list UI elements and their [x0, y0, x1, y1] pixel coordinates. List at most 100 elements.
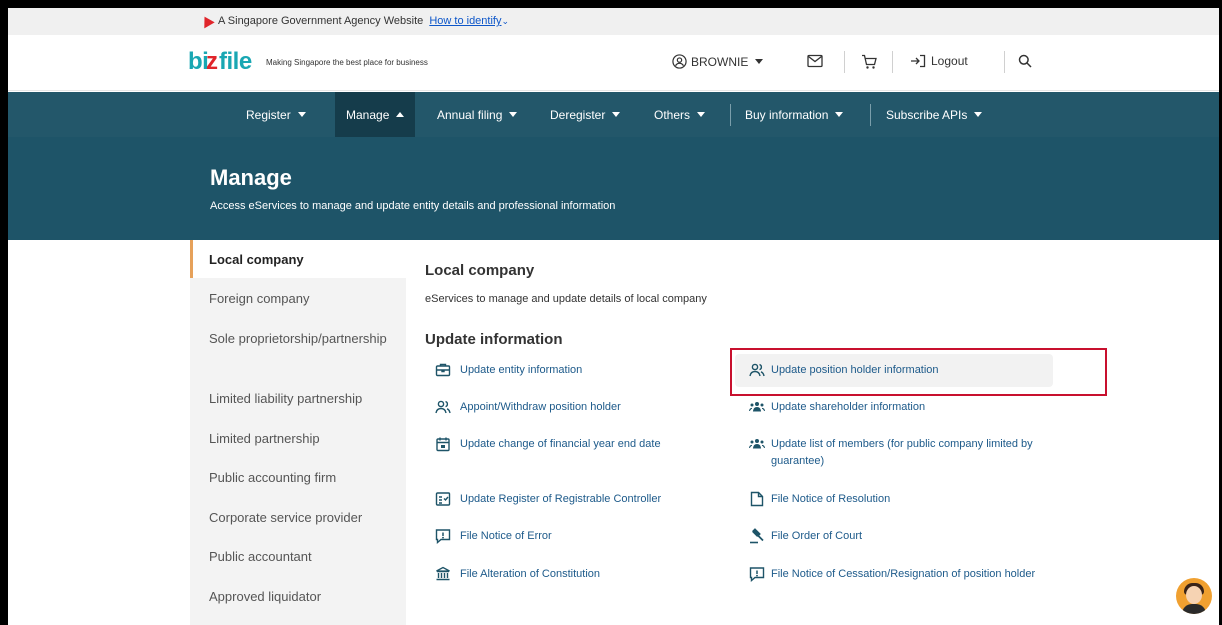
update-shareholder-information-link[interactable]: Update shareholder information [749, 399, 1041, 416]
section-description: eServices to manage and update details o… [425, 293, 707, 305]
sidebar-item-local-company[interactable]: Local company [209, 250, 399, 269]
link-label: Update entity information [460, 364, 583, 376]
alert-message-icon [435, 528, 451, 544]
sidebar: Local company Foreign company Sole propr… [190, 240, 406, 625]
institution-icon [435, 566, 451, 582]
file-notice-of-resolution-link[interactable]: File Notice of Resolution [749, 491, 1041, 508]
file-order-of-court-link[interactable]: File Order of Court [749, 528, 1041, 545]
update-information-heading: Update information [425, 331, 563, 348]
group-icon [749, 436, 765, 452]
page-hero: Manage Access eServices to manage and up… [8, 137, 1219, 240]
main-nav: Register Manage Annual filing Deregister… [8, 92, 1219, 137]
file-alteration-of-constitution-link[interactable]: File Alteration of Constitution [435, 566, 730, 583]
caret-down-icon [509, 112, 518, 117]
register-icon [435, 491, 451, 507]
nav-divider [870, 104, 871, 126]
section-heading: Local company [425, 262, 535, 279]
mail-button[interactable] [807, 54, 823, 68]
svg-text:file: file [219, 49, 252, 73]
avatar-icon [1186, 586, 1202, 604]
alert-message-icon [749, 566, 765, 582]
chat-assistant-button[interactable] [1176, 578, 1212, 614]
avatar-body [1182, 604, 1206, 614]
update-entity-information-link[interactable]: Update entity information [435, 362, 730, 379]
nav-label: Manage [346, 107, 390, 122]
tagline: Making Singapore the best place for busi… [266, 58, 428, 67]
caret-down-icon [697, 112, 706, 117]
nav-register[interactable]: Register [246, 92, 306, 137]
caret-up-icon [396, 112, 405, 117]
file-notice-of-cessation-link[interactable]: File Notice of Cessation/Resignation of … [749, 566, 1036, 583]
caret-down-icon [974, 112, 983, 117]
file-notice-of-error-link[interactable]: File Notice of Error [435, 528, 730, 545]
group-icon [749, 399, 765, 415]
svg-text:z: z [206, 49, 218, 73]
link-label: Update change of financial year end date [460, 438, 661, 450]
sidebar-item-foreign-company[interactable]: Foreign company [209, 289, 399, 308]
logout-label: Logout [931, 54, 968, 68]
sidebar-active-indicator [190, 240, 193, 278]
site-header: bi z file Making Singapore the best plac… [8, 35, 1219, 91]
caret-down-icon [755, 59, 764, 64]
mail-icon [807, 54, 823, 68]
header-divider [892, 51, 893, 73]
search-icon [1018, 54, 1032, 68]
lion-head-icon [199, 13, 215, 29]
sidebar-item-public-accounting-firm[interactable]: Public accounting firm [209, 468, 399, 487]
header-divider [844, 51, 845, 73]
gov-banner-text: A Singapore Government Agency Website Ho… [218, 15, 509, 27]
link-label: Appoint/Withdraw position holder [460, 401, 621, 413]
sidebar-item-public-accountant[interactable]: Public accountant [209, 547, 399, 566]
gov-banner: A Singapore Government Agency Website Ho… [8, 8, 1219, 35]
update-list-of-members-link[interactable]: Update list of members (for public compa… [749, 436, 1036, 470]
logout-icon [911, 54, 926, 68]
nav-buy-information[interactable]: Buy information [745, 92, 844, 137]
nav-manage[interactable]: Manage [335, 92, 416, 137]
gov-banner-label: A Singapore Government Agency Website [218, 15, 424, 27]
user-name: BROWNIE [691, 54, 749, 69]
briefcase-icon [435, 362, 451, 378]
nav-label: Others [654, 107, 691, 122]
how-to-identify-link[interactable]: How to identify [429, 15, 501, 27]
update-register-of-registrable-controller-link[interactable]: Update Register of Registrable Controlle… [435, 491, 730, 508]
sidebar-item-corporate-service-provider[interactable]: Corporate service provider [209, 508, 399, 527]
highlight-annotation-box [730, 348, 1107, 396]
nav-others[interactable]: Others [654, 92, 706, 137]
nav-label: Register [246, 107, 291, 122]
caret-down-icon [297, 112, 306, 117]
bizfile-logo-mark: bi z file [188, 48, 252, 75]
sidebar-item-approved-liquidator[interactable]: Approved liquidator [209, 587, 399, 606]
nav-label: Annual filing [437, 107, 503, 122]
bizfile-logo[interactable]: bi z file [188, 48, 260, 80]
cart-button[interactable] [861, 54, 877, 70]
link-label: File Order of Court [771, 530, 863, 542]
link-label: File Notice of Cessation/Resignation of … [771, 568, 1036, 580]
link-label: Update Register of Registrable Controlle… [460, 493, 662, 505]
sidebar-item-llp[interactable]: Limited liability partnership [209, 389, 399, 408]
link-label: Update shareholder information [771, 401, 926, 413]
user-circle-icon [672, 54, 687, 69]
link-label: File Notice of Error [460, 530, 552, 542]
chevron-down-icon[interactable]: ⌄ [501, 16, 509, 26]
link-label: File Notice of Resolution [771, 493, 891, 505]
search-button[interactable] [1018, 54, 1032, 68]
page-title: Manage [210, 165, 292, 190]
screen-frame-top [0, 0, 1222, 8]
caret-down-icon [835, 112, 844, 117]
update-financial-year-end-link[interactable]: Update change of financial year end date [435, 436, 730, 453]
link-label: Update list of members (for public compa… [771, 438, 1033, 467]
header-divider [1004, 51, 1005, 73]
user-menu[interactable]: BROWNIE [672, 54, 764, 69]
caret-down-icon [612, 112, 621, 117]
sidebar-item-sole-proprietorship[interactable]: Sole proprietorship/partnership [209, 329, 389, 348]
appoint-withdraw-position-holder-link[interactable]: Appoint/Withdraw position holder [435, 399, 730, 416]
sidebar-item-limited-partnership[interactable]: Limited partnership [209, 429, 399, 448]
people-icon [435, 399, 451, 415]
nav-subscribe-apis[interactable]: Subscribe APIs [886, 92, 983, 137]
nav-label: Deregister [550, 107, 606, 122]
nav-divider [730, 104, 731, 126]
nav-deregister[interactable]: Deregister [550, 92, 621, 137]
cart-icon [862, 54, 877, 69]
nav-annual-filing[interactable]: Annual filing [437, 92, 518, 137]
logout-button[interactable]: Logout [910, 54, 968, 68]
